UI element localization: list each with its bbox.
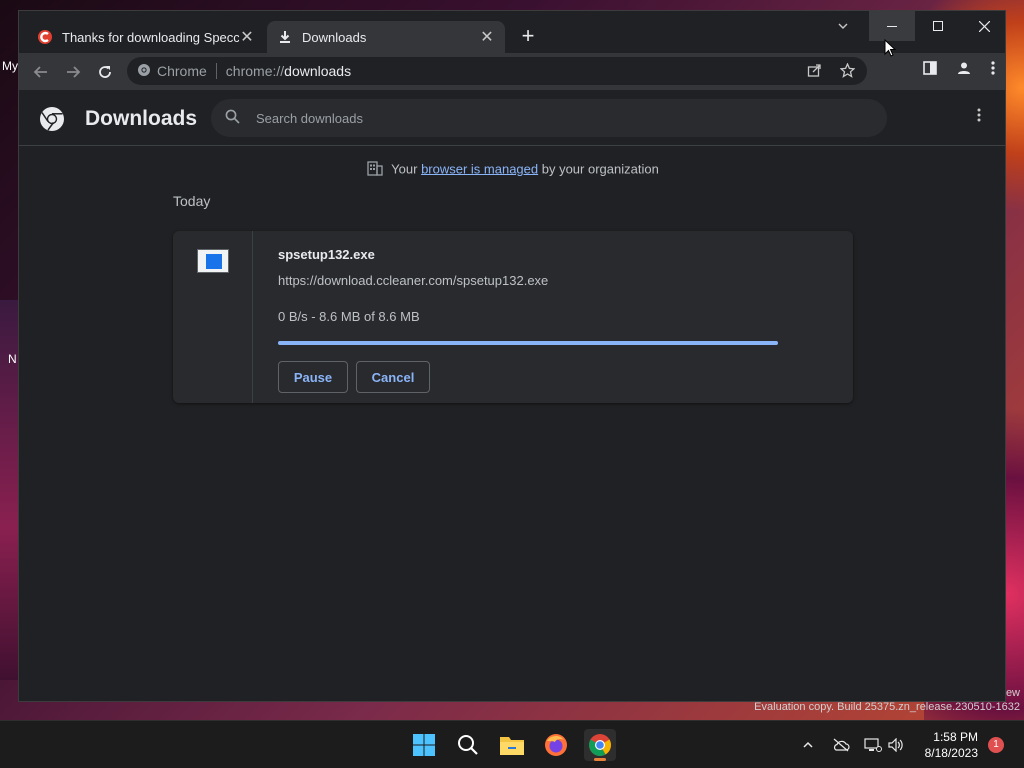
browser-toolbar: Chrome chrome:// downloads — [19, 53, 1005, 90]
section-date-label: Today — [173, 193, 211, 209]
search-placeholder: Search downloads — [256, 110, 363, 126]
tab-downloads[interactable]: Downloads ✕ — [267, 21, 505, 53]
tab-strip: Thanks for downloading Speccy ✕ Download… — [19, 11, 1005, 53]
omnibox-actions — [807, 62, 856, 81]
search-downloads-input[interactable]: Search downloads — [211, 99, 887, 137]
download-icon-column — [173, 231, 253, 403]
search-icon — [225, 109, 240, 127]
toolbar-actions — [923, 61, 995, 78]
file-explorer-icon[interactable] — [496, 729, 528, 761]
page-chip-label: Chrome — [157, 63, 207, 79]
chrome-taskbar-icon[interactable] — [584, 729, 616, 761]
progress-fill — [278, 341, 778, 345]
browser-window: Thanks for downloading Speccy ✕ Download… — [18, 10, 1006, 702]
cancel-button[interactable]: Cancel — [356, 361, 430, 393]
download-source-url[interactable]: https://download.ccleaner.com/spsetup132… — [278, 273, 548, 288]
new-tab-button[interactable]: + — [517, 25, 539, 47]
address-bar[interactable]: Chrome chrome:// downloads — [127, 57, 867, 85]
managed-notice: Your browser is managed by your organiza… — [19, 161, 1007, 179]
ccleaner-favicon-icon — [37, 29, 53, 45]
building-icon — [367, 161, 383, 179]
chrome-logo-icon — [137, 63, 151, 80]
downloads-header: Downloads Search downloads — [19, 90, 1005, 146]
download-progress-bar — [278, 341, 778, 345]
downloads-menu-icon[interactable] — [977, 108, 981, 127]
chrome-logo-icon — [39, 106, 65, 132]
exe-file-icon — [197, 249, 229, 273]
tab-search-chevron-icon[interactable] — [837, 19, 849, 35]
tab-title: Downloads — [302, 29, 367, 45]
desktop-icon-label[interactable]: My — [2, 59, 18, 73]
reload-button[interactable] — [89, 56, 121, 88]
omnibox-separator — [215, 63, 217, 79]
managed-suffix: by your organization — [538, 161, 659, 177]
taskbar: 1:58 PM 8/18/2023 1 — [0, 720, 1024, 768]
network-icon[interactable] — [864, 721, 882, 768]
show-hidden-icons-chevron[interactable] — [802, 721, 814, 768]
volume-icon[interactable] — [888, 721, 904, 768]
bookmark-star-icon[interactable] — [839, 62, 856, 81]
back-button[interactable] — [25, 56, 57, 88]
forward-button[interactable] — [57, 56, 89, 88]
share-icon[interactable] — [807, 63, 822, 81]
maximize-button[interactable] — [915, 11, 961, 41]
download-filename[interactable]: spsetup132.exe — [278, 247, 375, 262]
firefox-icon[interactable] — [540, 729, 572, 761]
page-title: Downloads — [85, 107, 198, 130]
download-item-card: spsetup132.exe https://download.ccleaner… — [173, 231, 853, 403]
url-host: downloads — [284, 63, 352, 79]
url-scheme: chrome:// — [225, 63, 285, 79]
evaluation-watermark: Evaluation copy. Build 25375.zn_release.… — [754, 701, 1020, 713]
download-icon — [277, 29, 293, 45]
system-clock[interactable]: 1:58 PM 8/18/2023 — [925, 729, 978, 761]
search-icon[interactable] — [452, 729, 484, 761]
clock-date: 8/18/2023 — [924, 746, 978, 760]
download-status: 0 B/s - 8.6 MB of 8.6 MB — [278, 309, 420, 324]
profile-icon[interactable] — [957, 61, 971, 78]
desktop-icon-label[interactable]: N — [8, 352, 17, 366]
desktop-text: ew — [1005, 687, 1020, 699]
close-tab-icon[interactable]: ✕ — [239, 27, 255, 47]
clock-time: 1:58 PM — [933, 730, 978, 744]
mouse-cursor-icon — [884, 38, 897, 62]
onedrive-offline-icon[interactable] — [832, 721, 850, 768]
pause-button[interactable]: Pause — [278, 361, 348, 393]
notification-badge[interactable]: 1 — [988, 737, 1004, 753]
start-button[interactable] — [408, 729, 440, 761]
tab-speccy[interactable]: Thanks for downloading Speccy ✕ — [27, 21, 265, 53]
minimize-button[interactable] — [869, 11, 915, 41]
tab-title: Thanks for downloading Speccy — [62, 29, 239, 45]
browser-managed-link[interactable]: browser is managed — [421, 161, 538, 176]
close-window-button[interactable] — [961, 11, 1007, 41]
close-tab-icon[interactable]: ✕ — [479, 27, 495, 47]
managed-prefix: Your — [391, 161, 422, 177]
browser-menu-icon[interactable] — [991, 61, 995, 78]
side-panel-icon[interactable] — [923, 61, 937, 78]
